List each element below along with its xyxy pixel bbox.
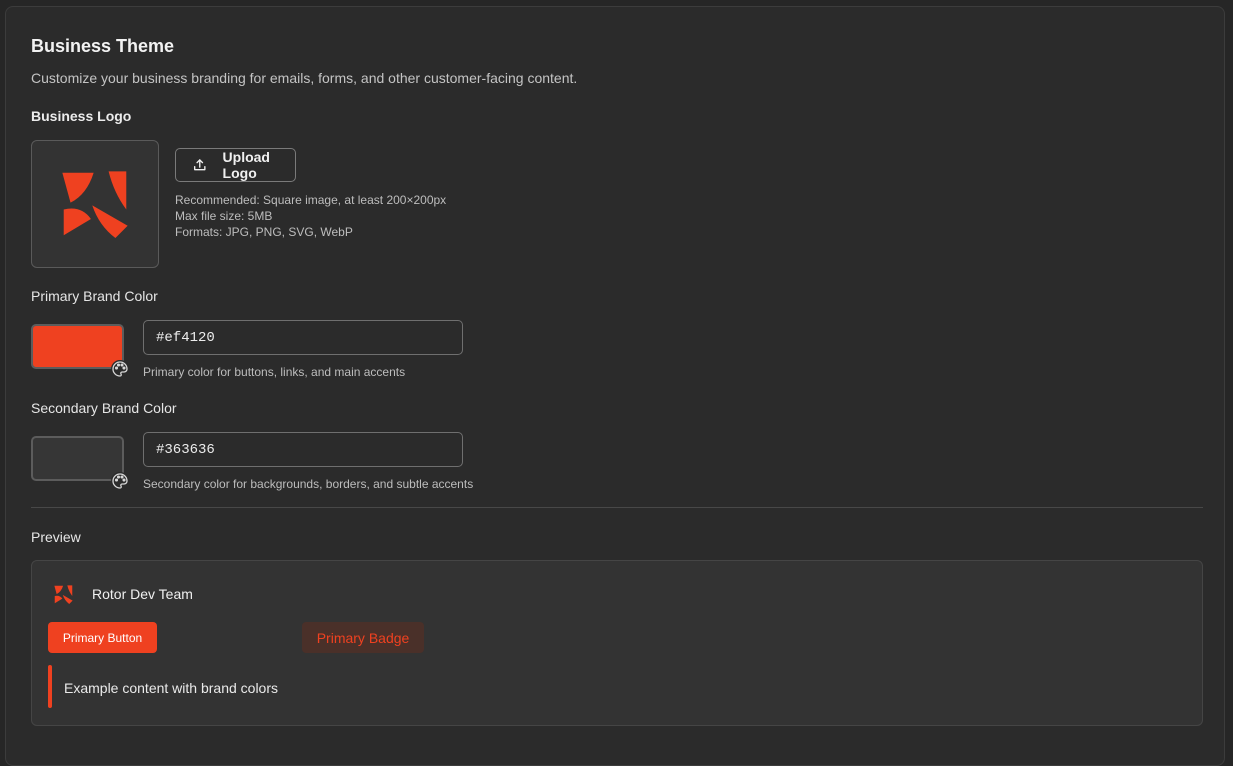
preview-logo-icon <box>54 585 73 604</box>
primary-color-input[interactable] <box>143 320 463 355</box>
preview-example-text: Example content with brand colors <box>64 680 278 696</box>
preview-primary-badge: Primary Badge <box>302 622 424 653</box>
logo-hint-recommended: Recommended: Square image, at least 200×… <box>175 193 447 207</box>
primary-color-description: Primary color for buttons, links, and ma… <box>143 365 406 379</box>
brand-logo-icon <box>62 171 128 238</box>
primary-palette-icon[interactable] <box>111 360 129 378</box>
logo-hint-formats: Formats: JPG, PNG, SVG, WebP <box>175 225 353 239</box>
primary-color-label: Primary Brand Color <box>31 288 158 304</box>
upload-icon <box>194 159 206 171</box>
logo-hint-max-size: Max file size: 5MB <box>175 209 273 223</box>
business-theme-card: Business Theme Customize your business b… <box>5 6 1225 766</box>
preview-label: Preview <box>31 529 81 545</box>
secondary-color-input[interactable] <box>143 432 463 467</box>
secondary-palette-icon[interactable] <box>111 472 129 490</box>
business-logo-label: Business Logo <box>31 108 132 124</box>
section-title: Business Theme <box>31 36 175 56</box>
preview-accent-bar <box>48 665 52 708</box>
preview-team-name: Rotor Dev Team <box>92 586 193 602</box>
section-divider <box>31 507 1203 508</box>
upload-logo-label: Upload Logo <box>222 149 270 181</box>
section-subtitle: Customize your business branding for ema… <box>31 70 578 86</box>
secondary-color-label: Secondary Brand Color <box>31 400 177 416</box>
secondary-color-description: Secondary color for backgrounds, borders… <box>143 477 474 491</box>
logo-preview[interactable] <box>31 140 159 268</box>
upload-logo-button[interactable]: Upload Logo <box>175 148 296 182</box>
preview-panel: Rotor Dev Team Primary Button Primary Ba… <box>31 560 1203 726</box>
preview-primary-button[interactable]: Primary Button <box>48 622 157 653</box>
